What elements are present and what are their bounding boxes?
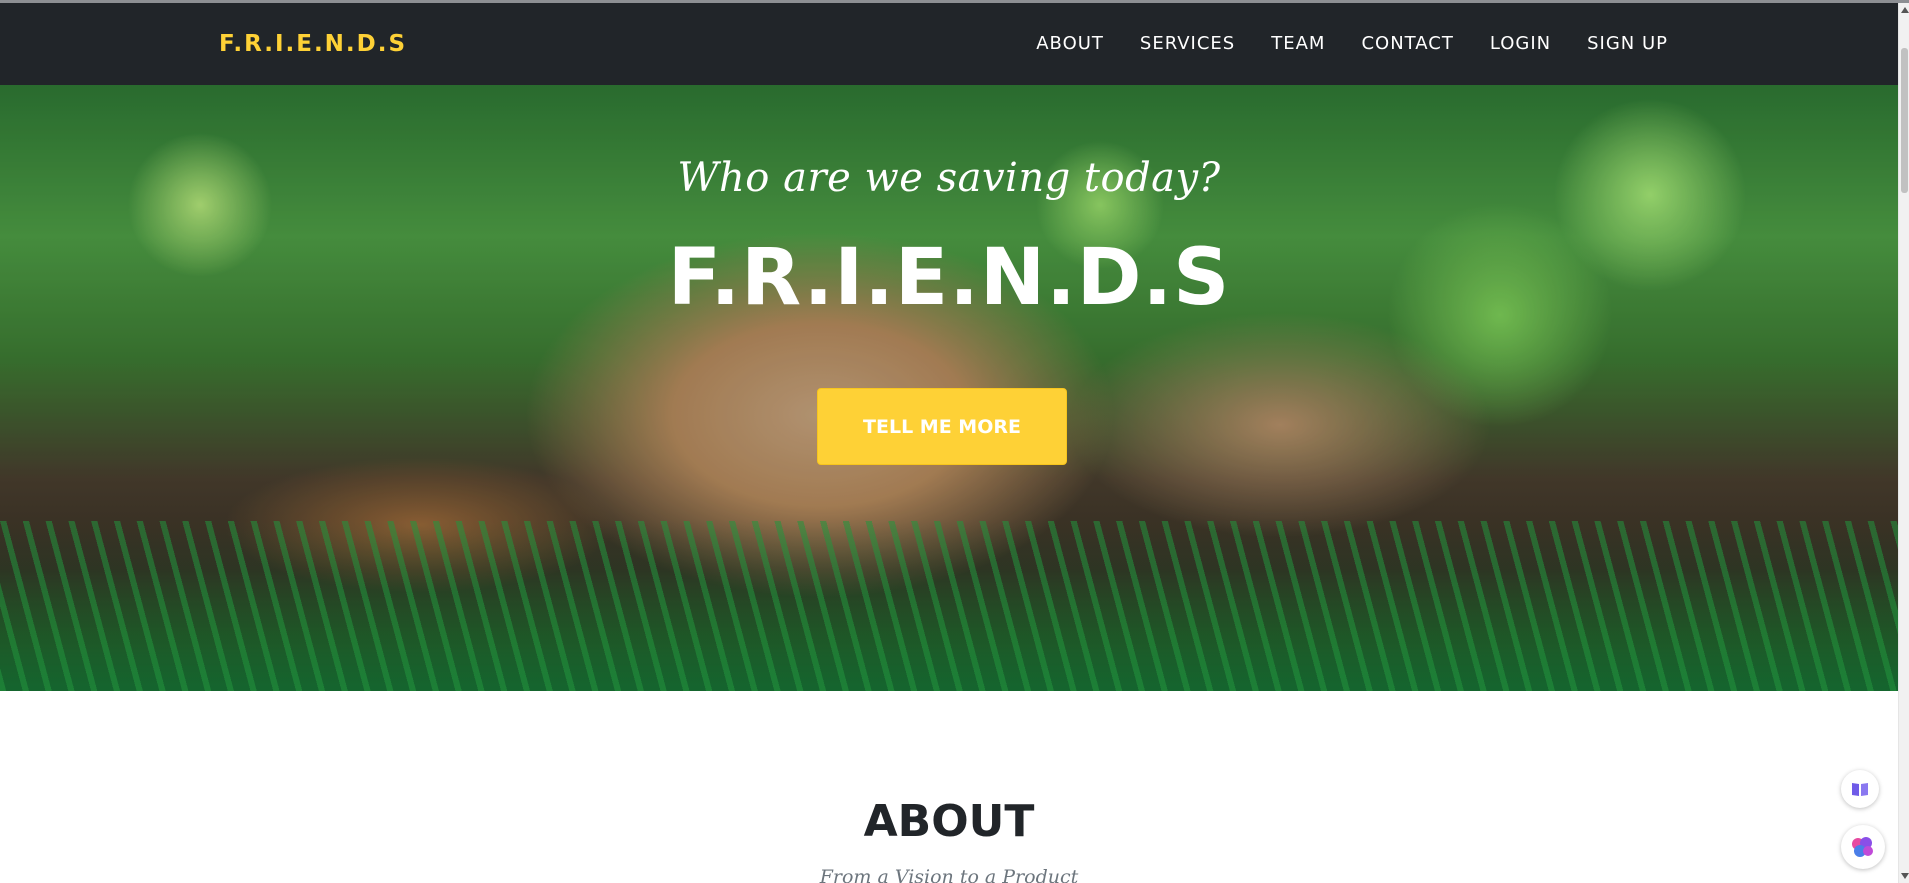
scroll-down-arrow-icon[interactable] [1901, 873, 1909, 879]
book-widget-button[interactable] [1841, 770, 1879, 808]
about-subheading: From a Vision to a Product [819, 866, 1079, 883]
nav-link-services[interactable]: SERVICES [1140, 33, 1235, 54]
page-scrollbar[interactable] [1898, 3, 1909, 883]
hero-subtitle: Who are we saving today? [677, 155, 1221, 201]
brand-logo-link[interactable]: F.R.I.E.N.D.S [219, 31, 407, 57]
nav-link-login[interactable]: LOGIN [1490, 33, 1551, 54]
page: F.R.I.E.N.D.S ABOUT SERVICES TEAM CONTAC… [0, 0, 1909, 883]
nav-link-about[interactable]: ABOUT [1036, 33, 1104, 54]
brain-icon [1852, 837, 1873, 857]
tell-me-more-button[interactable]: TELL ME MORE [817, 388, 1067, 465]
hero-section: Who are we saving today? F.R.I.E.N.D.S T… [0, 85, 1898, 691]
nav-links: ABOUT SERVICES TEAM CONTACT LOGIN SIGN U… [1036, 33, 1668, 54]
scroll-thumb[interactable] [1901, 48, 1908, 193]
scroll-up-arrow-icon[interactable] [1901, 7, 1909, 13]
nav-link-team[interactable]: TEAM [1271, 33, 1325, 54]
brain-widget-button[interactable] [1841, 825, 1885, 869]
main-navbar: F.R.I.E.N.D.S ABOUT SERVICES TEAM CONTAC… [0, 3, 1898, 85]
hero-title: F.R.I.E.N.D.S [667, 233, 1231, 323]
about-heading: ABOUT [863, 796, 1035, 847]
nav-link-contact[interactable]: CONTACT [1361, 33, 1453, 54]
nav-link-signup[interactable]: SIGN UP [1587, 33, 1668, 54]
book-icon [1852, 783, 1868, 796]
